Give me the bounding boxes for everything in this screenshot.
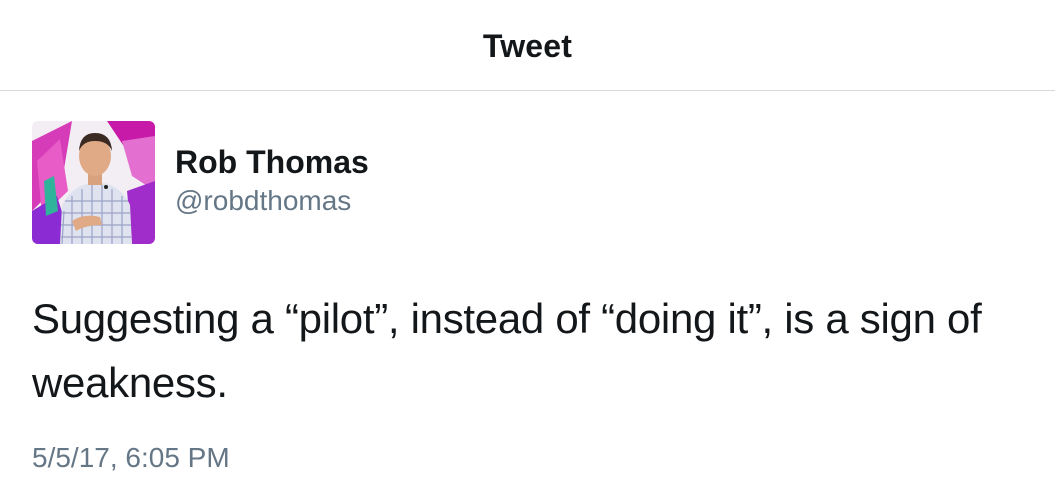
tweet-text: Suggesting a “pilot”, instead of “doing … (32, 295, 982, 406)
avatar[interactable] (32, 121, 155, 244)
nav-bar: Tweet (0, 0, 1055, 91)
tweet-detail: Rob Thomas @robdthomas Suggesting a “pil… (0, 92, 1055, 500)
page-title: Tweet (482, 28, 573, 64)
avatar-photo (32, 121, 155, 244)
author-name[interactable]: Rob Thomas (175, 144, 369, 181)
tweet-timestamp: 5/5/17, 6:05 PM (32, 442, 230, 473)
author-handle[interactable]: @robdthomas (175, 185, 351, 217)
